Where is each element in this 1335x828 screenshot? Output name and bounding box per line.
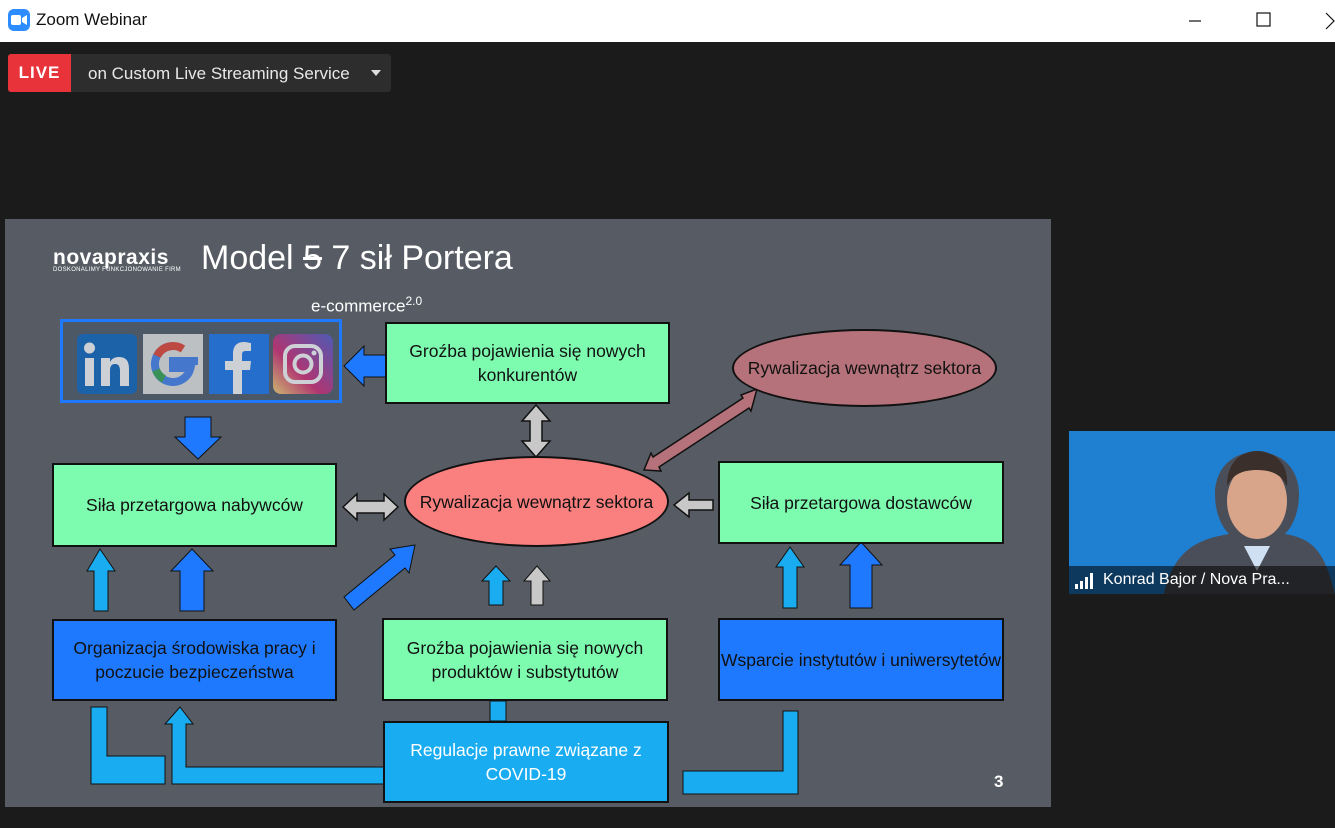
- window-title: Zoom Webinar: [36, 10, 148, 29]
- arrow-up-2: [169, 548, 215, 612]
- window-titlebar: Zoom Webinar: [0, 0, 1335, 42]
- arrow-to-social: [343, 344, 387, 388]
- participant-name: Konrad Bajor / Nova Pra...: [1103, 571, 1290, 588]
- connector-covid-left-inner: [163, 706, 386, 785]
- box-new-competitors: Groźba pojawienia się nowych konkurentów: [385, 322, 670, 404]
- live-service-label: on Custom Live Streaming Service: [88, 64, 350, 83]
- arrow-suppliers-rivalry: [672, 491, 714, 519]
- ellipse-rivalry-center: Rywalizacja wewnątrz sektora: [404, 456, 669, 547]
- arrow-up-1: [86, 548, 116, 612]
- box-covid: Regulacje prawne związane z COVID-19: [383, 721, 669, 803]
- participant-video[interactable]: Konrad Bajor / Nova Pra...: [1069, 431, 1335, 594]
- arrow-competitors-rivalry: [520, 403, 552, 459]
- box-substitutes: Groźba pojawienia się nowych produktów i…: [382, 618, 668, 701]
- arrow-up-5: [775, 546, 805, 609]
- close-button[interactable]: [1310, 0, 1335, 42]
- box-suppliers: Siła przetargowa dostawców: [718, 461, 1004, 544]
- arrow-up-6: [838, 541, 884, 609]
- page-number: 3: [994, 772, 1004, 791]
- connector-covid-right: [682, 710, 799, 795]
- ellipse-rivalry-top: Rywalizacja wewnątrz sektora: [732, 329, 997, 407]
- box-buyers: Siła przetargowa nabywców: [52, 463, 337, 547]
- box-institutes: Wsparcie instytutów i uniwersytetów: [718, 618, 1004, 701]
- signal-strength-icon: [1075, 573, 1093, 589]
- arrow-up-4: [522, 565, 552, 606]
- connector-covid-left-outer: [90, 706, 166, 785]
- maximize-button[interactable]: [1240, 0, 1286, 42]
- zoom-icon: [8, 9, 30, 31]
- connector-covid-top: [489, 700, 507, 722]
- caret-down-icon: [371, 70, 381, 76]
- shared-slide: novapraxis DOSKONALIMY FUNKCJONOWANIE FI…: [5, 219, 1051, 807]
- arrow-buyers-rivalry: [341, 492, 400, 522]
- arrow-up-3: [480, 565, 512, 606]
- minimize-button[interactable]: [1172, 0, 1218, 42]
- box-workplace: Organizacja środowiska pracy i poczucie …: [52, 619, 337, 701]
- live-badge: LIVE: [8, 54, 71, 92]
- arrow-social-to-buyers: [173, 416, 223, 460]
- participant-name-bar: Konrad Bajor / Nova Pra...: [1069, 566, 1335, 594]
- arrow-workplace-rivalry: [343, 544, 416, 611]
- live-streaming-dropdown[interactable]: LIVE on Custom Live Streaming Service: [8, 54, 391, 92]
